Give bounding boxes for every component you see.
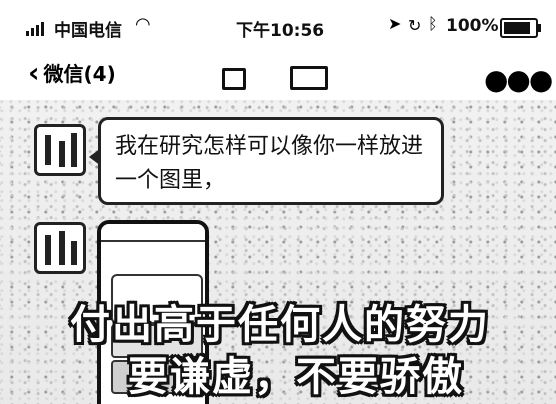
avatar[interactable]: [34, 124, 86, 176]
nav-bar: ‹ 微信(4) ●●●: [0, 54, 556, 100]
battery-percent: 100%: [446, 16, 499, 36]
signal-icon: [26, 18, 48, 36]
avatar[interactable]: [34, 222, 86, 274]
back-label: 微信(4): [43, 62, 116, 86]
battery-icon: [500, 18, 541, 38]
bluetooth-icon: ᛒ: [428, 14, 438, 33]
message-bubble[interactable]: 我在研究怎样可以像你一样放进一个图里，: [89, 117, 444, 205]
square-icon[interactable]: [222, 68, 246, 90]
status-bar: 中国电信 ◠ 下午10:56 ➤ ↻ ᛒ 100%: [0, 0, 556, 54]
wifi-icon: ◠: [135, 14, 151, 35]
overlay-caption-line1: 付出高于任何人的努力: [70, 302, 490, 348]
chat-background: 中国电信 ◠ 下午10:56 ➤ ↻ ᛒ 100% ‹ 微信(4) ●●● 我在…: [0, 0, 556, 404]
clock: 下午10:56: [236, 21, 325, 41]
overlay-caption-line2: 要谦虚，不要骄傲: [128, 354, 464, 400]
carrier-label: 中国电信: [54, 21, 122, 41]
thumbnail-header: [101, 224, 205, 242]
chevron-left-icon: ‹: [28, 55, 40, 89]
rotation-lock-icon: ↻: [408, 16, 422, 35]
battery-fill: [504, 22, 530, 34]
location-icon: ➤: [388, 14, 402, 33]
back-button[interactable]: ‹ 微信(4): [28, 58, 116, 87]
rectangle-icon[interactable]: [290, 66, 328, 90]
more-icon[interactable]: ●●●: [484, 66, 553, 94]
message-text: 我在研究怎样可以像你一样放进一个图里，: [115, 134, 424, 193]
